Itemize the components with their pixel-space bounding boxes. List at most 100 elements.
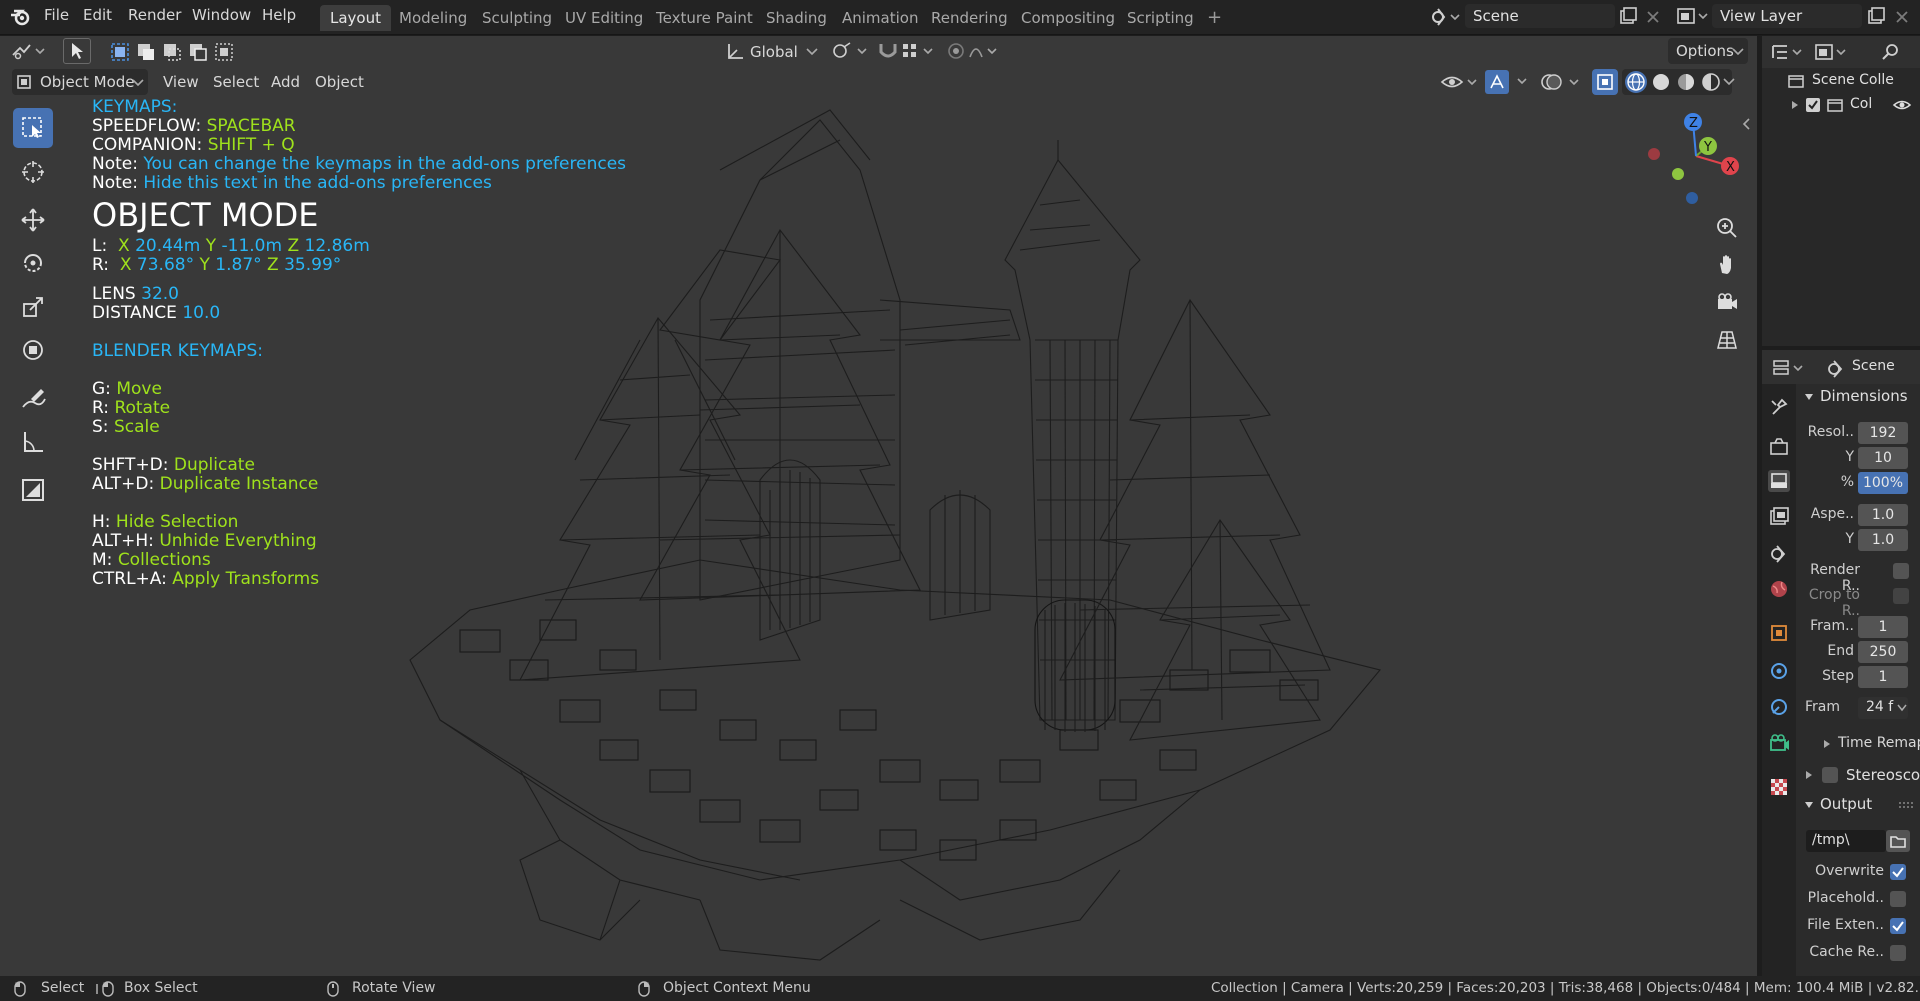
rotate-tool[interactable]: [13, 243, 53, 283]
menu-object[interactable]: Object: [315, 70, 364, 94]
cache-result-checkbox[interactable]: [1890, 945, 1906, 961]
tab-compositing[interactable]: Compositing: [1011, 5, 1125, 31]
file-extensions-checkbox[interactable]: [1890, 918, 1906, 934]
outliner-row-collection[interactable]: Col: [1762, 94, 1920, 116]
tool-tab-icon[interactable]: [1768, 396, 1790, 418]
folder-browse-icon[interactable]: [1886, 830, 1910, 852]
menu-help[interactable]: Help: [262, 6, 296, 24]
placeholders-checkbox[interactable]: [1890, 891, 1906, 907]
new-view-layer-icon[interactable]: [1866, 6, 1886, 26]
select-intersect-icon[interactable]: [213, 41, 235, 63]
rendered-shading-icon[interactable]: [1700, 71, 1722, 93]
object-data-tab-icon[interactable]: [1768, 732, 1790, 754]
options-dropdown[interactable]: Options: [1668, 38, 1748, 64]
frame-end-field[interactable]: 250: [1858, 641, 1908, 663]
gizmo-z-axis[interactable]: Z: [1684, 113, 1702, 131]
menu-file[interactable]: File: [44, 6, 69, 24]
frame-rate-dropdown[interactable]: 24 f: [1858, 697, 1908, 719]
select-tool-active-icon[interactable]: [63, 38, 91, 64]
crop-region-checkbox[interactable]: [1893, 588, 1909, 604]
scene-tab-icon[interactable]: [1768, 542, 1790, 564]
overwrite-checkbox[interactable]: [1890, 864, 1906, 880]
shading-options-chevron-icon[interactable]: [1722, 76, 1736, 88]
gizmo-x-axis[interactable]: X: [1721, 157, 1739, 175]
transform-tool[interactable]: [13, 330, 53, 370]
tab-rendering[interactable]: Rendering: [921, 5, 1018, 31]
tab-scripting[interactable]: Scripting: [1117, 5, 1204, 31]
wireframe-shading-icon[interactable]: [1625, 71, 1647, 93]
time-remap-subpanel[interactable]: Time Remap: [1818, 733, 1920, 755]
output-panel-header[interactable]: Output: [1800, 793, 1920, 815]
menu-window[interactable]: Window: [192, 6, 251, 24]
transform-orientation-dropdown[interactable]: Global: [722, 39, 820, 65]
measure-tool[interactable]: [13, 422, 53, 462]
outliner-filter-icon[interactable]: [1814, 42, 1850, 62]
scene-name-field[interactable]: Scene: [1465, 4, 1615, 28]
editor-type-button[interactable]: [10, 41, 48, 61]
overlays-icon[interactable]: [1540, 71, 1584, 93]
gizmo-neg-y[interactable]: [1672, 168, 1684, 180]
tab-modeling[interactable]: Modeling: [389, 5, 477, 31]
tab-shading[interactable]: Shading: [756, 5, 837, 31]
dimensions-panel-header[interactable]: Dimensions: [1800, 384, 1920, 410]
mode-dropdown[interactable]: Object Mode: [12, 69, 148, 95]
scene-icon[interactable]: [1430, 7, 1460, 27]
physics-tab-icon[interactable]: [1768, 696, 1790, 718]
new-scene-icon[interactable]: [1618, 6, 1638, 26]
select-extend-icon[interactable]: [135, 41, 157, 63]
menu-view[interactable]: View: [163, 70, 199, 94]
perspective-toggle-icon[interactable]: [1710, 323, 1744, 357]
stereoscopy-checkbox[interactable]: [1822, 767, 1838, 783]
output-path-field[interactable]: /tmp\: [1806, 830, 1886, 852]
output-tab-icon[interactable]: [1768, 470, 1790, 492]
sidebar-toggle-icon[interactable]: [1740, 117, 1752, 131]
properties-editor-type-icon[interactable]: [1772, 358, 1808, 378]
move-tool[interactable]: [13, 200, 53, 240]
close-view-layer-icon[interactable]: [1893, 6, 1911, 26]
menu-edit[interactable]: Edit: [83, 6, 112, 24]
snap-increment-icon[interactable]: [900, 41, 940, 61]
stereoscopy-panel-header[interactable]: Stereosco: [1800, 764, 1920, 786]
scale-tool[interactable]: [13, 287, 53, 327]
xray-toggle-icon[interactable]: [1592, 69, 1618, 95]
material-shading-icon[interactable]: [1675, 71, 1697, 93]
tab-sculpting[interactable]: Sculpting: [472, 5, 562, 31]
tab-texture-paint[interactable]: Texture Paint: [646, 5, 763, 31]
select-subtract-icon[interactable]: [161, 41, 183, 63]
close-scene-icon[interactable]: [1644, 6, 1662, 26]
world-tab-icon[interactable]: [1768, 578, 1790, 600]
navigation-gizmo[interactable]: X Y Z: [1640, 108, 1750, 208]
pan-hand-icon[interactable]: [1710, 248, 1744, 282]
snap-magnet-icon[interactable]: [876, 40, 900, 62]
outliner-display-mode-icon[interactable]: [1770, 42, 1806, 62]
select-new-icon[interactable]: [109, 41, 131, 63]
solid-shading-icon[interactable]: [1650, 71, 1672, 93]
resolution-percent-field[interactable]: 100%: [1858, 472, 1908, 494]
render-region-checkbox[interactable]: [1893, 563, 1909, 579]
proportional-editing-icon[interactable]: [946, 41, 1008, 61]
frame-step-field[interactable]: 1: [1858, 666, 1908, 688]
view-layer-field[interactable]: View Layer: [1712, 4, 1862, 28]
modifier-tab-icon[interactable]: [1768, 660, 1790, 682]
add-cube-tool[interactable]: [13, 470, 53, 510]
view-layer-tab-icon[interactable]: [1768, 506, 1790, 528]
outliner-row-scene-collection[interactable]: Scene Colle: [1762, 70, 1920, 92]
gizmo-toggle-icon[interactable]: [1484, 69, 1536, 95]
select-box-tool[interactable]: [13, 108, 53, 148]
zoom-icon[interactable]: [1710, 211, 1744, 245]
object-tab-icon[interactable]: [1768, 622, 1790, 644]
resolution-x-field[interactable]: 192: [1858, 422, 1908, 444]
render-tab-icon[interactable]: [1768, 436, 1790, 458]
visibility-eye-icon[interactable]: [1440, 71, 1480, 93]
outliner-search-icon[interactable]: [1880, 42, 1902, 62]
gizmo-neg-x[interactable]: [1648, 148, 1660, 160]
menu-render[interactable]: Render: [128, 6, 181, 24]
frame-start-field[interactable]: 1: [1858, 616, 1908, 638]
gizmo-neg-z[interactable]: [1686, 192, 1698, 204]
tab-animation[interactable]: Animation: [832, 5, 928, 31]
select-invert-icon[interactable]: [187, 41, 209, 63]
menu-add[interactable]: Add: [271, 70, 300, 94]
view-layer-icon[interactable]: [1676, 6, 1710, 26]
pivot-point-icon[interactable]: [830, 41, 870, 61]
aspect-y-field[interactable]: 1.0: [1858, 529, 1908, 551]
